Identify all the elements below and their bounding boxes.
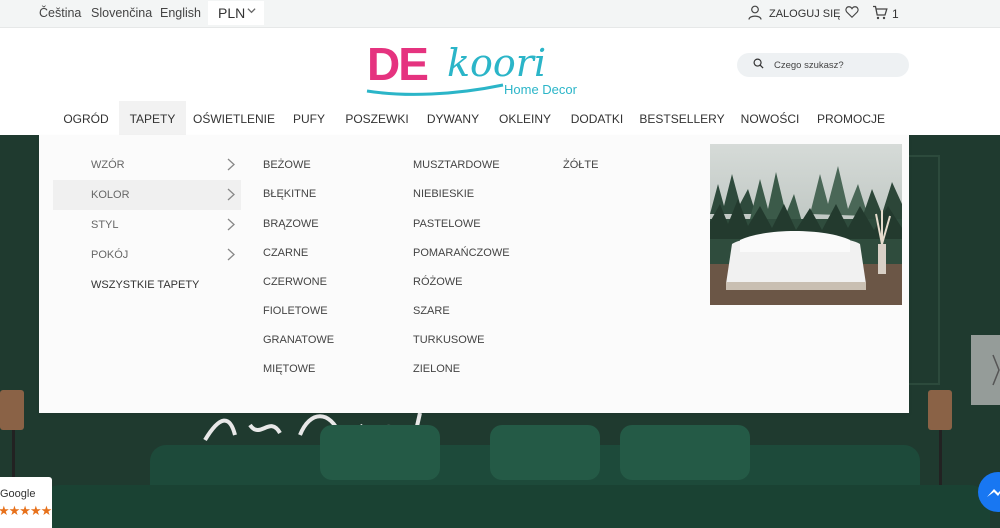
currency-value: PLN bbox=[218, 5, 246, 21]
sofa-cushion bbox=[620, 425, 750, 480]
chevron-right-icon bbox=[227, 158, 235, 174]
mega-category-label: KOLOR bbox=[91, 189, 130, 201]
site-logo[interactable]: DE koori Home Decor bbox=[365, 37, 585, 99]
color-link-czerwone[interactable]: CZERWONE bbox=[263, 276, 327, 288]
mega-category-pokoj[interactable]: POKÓJ bbox=[53, 240, 241, 270]
color-link-turkusowe[interactable]: TURKUSOWE bbox=[413, 334, 485, 346]
sofa-seat bbox=[40, 485, 990, 528]
color-link-blekitne[interactable]: BŁĘKITNE bbox=[263, 188, 316, 200]
language-czech[interactable]: Čeština bbox=[39, 6, 81, 20]
mega-category-all[interactable]: WSZYSTKIE TAPETY bbox=[53, 270, 241, 300]
chevron-right-icon bbox=[227, 188, 235, 204]
color-link-czarne[interactable]: CZARNE bbox=[263, 247, 308, 259]
nav-item-tapety[interactable]: TAPETY bbox=[119, 101, 186, 135]
google-reviews-badge[interactable]: Google ★★★★★ bbox=[0, 477, 52, 528]
cart-icon bbox=[872, 5, 888, 23]
logo-subtitle: Home Decor bbox=[504, 82, 577, 97]
logo-koori: koori bbox=[447, 41, 547, 85]
color-link-musztardowe[interactable]: MUSZTARDOWE bbox=[413, 159, 500, 171]
lamp-right bbox=[928, 390, 952, 430]
login-label: ZALOGUJ SIĘ bbox=[769, 8, 841, 20]
color-link-niebieskie[interactable]: NIEBIESKIE bbox=[413, 188, 474, 200]
mega-category-label: POKÓJ bbox=[91, 249, 129, 261]
user-icon bbox=[748, 5, 762, 23]
nav-item-pufy[interactable]: PUFY bbox=[285, 101, 333, 135]
color-link-brazowe[interactable]: BRĄZOWE bbox=[263, 218, 319, 230]
color-link-szare[interactable]: SZARE bbox=[413, 305, 450, 317]
color-link-rozowe[interactable]: RÓŻOWE bbox=[413, 276, 463, 288]
mega-category-label: WSZYSTKIE TAPETY bbox=[91, 279, 200, 291]
nav-item-nowosci[interactable]: NOWOŚCI bbox=[735, 101, 805, 135]
color-link-pomaranczowe[interactable]: POMARAŃCZOWE bbox=[413, 247, 510, 259]
nav-item-dodatki[interactable]: DODATKI bbox=[565, 101, 629, 135]
mega-category-kolor[interactable]: KOLOR bbox=[53, 180, 241, 210]
nav-item-oswietlenie[interactable]: OŚWIETLENIE bbox=[190, 101, 278, 135]
heart-icon[interactable] bbox=[845, 5, 859, 24]
nav-item-bestsellery[interactable]: BESTSELLERY bbox=[636, 101, 728, 135]
search-icon bbox=[753, 56, 764, 74]
login-link[interactable]: ZALOGUJ SIĘ bbox=[748, 5, 841, 23]
hero-next-button[interactable] bbox=[971, 335, 1000, 405]
mega-menu-tapety: WZÓR KOLOR STYL POKÓJ WSZYSTKIE TAPETY B… bbox=[39, 135, 909, 413]
color-link-bezowe[interactable]: BEŻOWE bbox=[263, 159, 311, 171]
nav-item-poszewki[interactable]: POSZEWKI bbox=[340, 101, 414, 135]
search-box[interactable] bbox=[737, 53, 909, 77]
color-link-zolte[interactable]: ŻÓŁTE bbox=[563, 159, 598, 171]
color-link-granatowe[interactable]: GRANATOWE bbox=[263, 334, 334, 346]
nav-item-promocje[interactable]: PROMOCJE bbox=[812, 101, 890, 135]
language-english[interactable]: English bbox=[160, 6, 201, 20]
nav-item-dywany[interactable]: DYWANY bbox=[421, 101, 485, 135]
mega-category-wzor[interactable]: WZÓR bbox=[53, 150, 241, 180]
google-label: Google bbox=[0, 488, 36, 500]
top-bar: Čeština Slovenčina English PLN ZALOGUJ S… bbox=[0, 0, 1000, 28]
lamp-left bbox=[0, 390, 24, 430]
google-stars: ★★★★★ bbox=[0, 503, 52, 518]
main-nav: OGRÓD TAPETY OŚWIETLENIE PUFY POSZEWKI D… bbox=[0, 101, 1000, 135]
chevron-down-icon bbox=[247, 6, 256, 18]
chevron-right-icon bbox=[992, 354, 1000, 386]
language-slovak[interactable]: Slovenčina bbox=[91, 6, 152, 20]
messenger-icon bbox=[987, 489, 1000, 497]
cart-button[interactable]: 1 bbox=[872, 5, 899, 23]
color-link-pastelowe[interactable]: PASTELOWE bbox=[413, 218, 481, 230]
chevron-right-icon bbox=[227, 218, 235, 234]
site-header: DE koori Home Decor OGRÓD TAPETY OŚWIETL… bbox=[0, 29, 1000, 135]
search-input[interactable] bbox=[774, 59, 894, 71]
mega-category-styl[interactable]: STYL bbox=[53, 210, 241, 240]
currency-select[interactable]: PLN bbox=[208, 1, 264, 25]
mega-category-label: WZÓR bbox=[91, 159, 125, 171]
nav-item-ogrod[interactable]: OGRÓD bbox=[57, 101, 115, 135]
nav-item-okleiny[interactable]: OKLEINY bbox=[492, 101, 558, 135]
color-link-mietowe[interactable]: MIĘTOWE bbox=[263, 363, 315, 375]
chevron-right-icon bbox=[227, 248, 235, 264]
logo-swoosh-icon bbox=[366, 83, 504, 96]
mega-category-label: STYL bbox=[91, 219, 119, 231]
sofa-cushion bbox=[320, 425, 440, 480]
promo-image-forest-bedroom[interactable] bbox=[710, 144, 902, 305]
color-link-fioletowe[interactable]: FIOLETOWE bbox=[263, 305, 328, 317]
sofa-cushion bbox=[490, 425, 600, 480]
color-link-zielone[interactable]: ZIELONE bbox=[413, 363, 460, 375]
messenger-button[interactable] bbox=[978, 472, 1000, 512]
cart-count: 1 bbox=[892, 7, 899, 21]
forest-wallpaper-image bbox=[710, 144, 902, 305]
